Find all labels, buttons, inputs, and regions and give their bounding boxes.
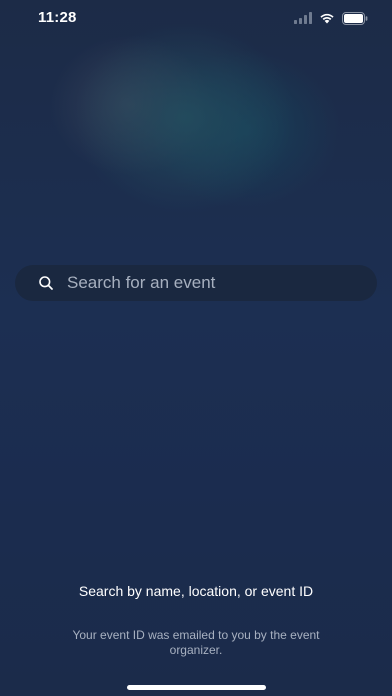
cellular-signal-icon bbox=[294, 12, 312, 24]
status-time: 11:28 bbox=[38, 9, 77, 26]
search-bar[interactable] bbox=[15, 265, 377, 301]
search-icon bbox=[39, 276, 53, 290]
status-icons bbox=[294, 11, 368, 25]
hint-subtitle: Your event ID was emailed to you by the … bbox=[72, 628, 320, 657]
status-bar: 11:28 bbox=[0, 0, 392, 36]
event-search-screen: 11:28 Search for an event Search by name… bbox=[0, 0, 392, 696]
wifi-icon bbox=[319, 12, 335, 24]
hint-title: Search by name, location, or event ID bbox=[78, 583, 314, 599]
home-indicator[interactable] bbox=[127, 685, 266, 690]
search-input[interactable] bbox=[67, 265, 367, 301]
battery-icon bbox=[342, 11, 368, 25]
